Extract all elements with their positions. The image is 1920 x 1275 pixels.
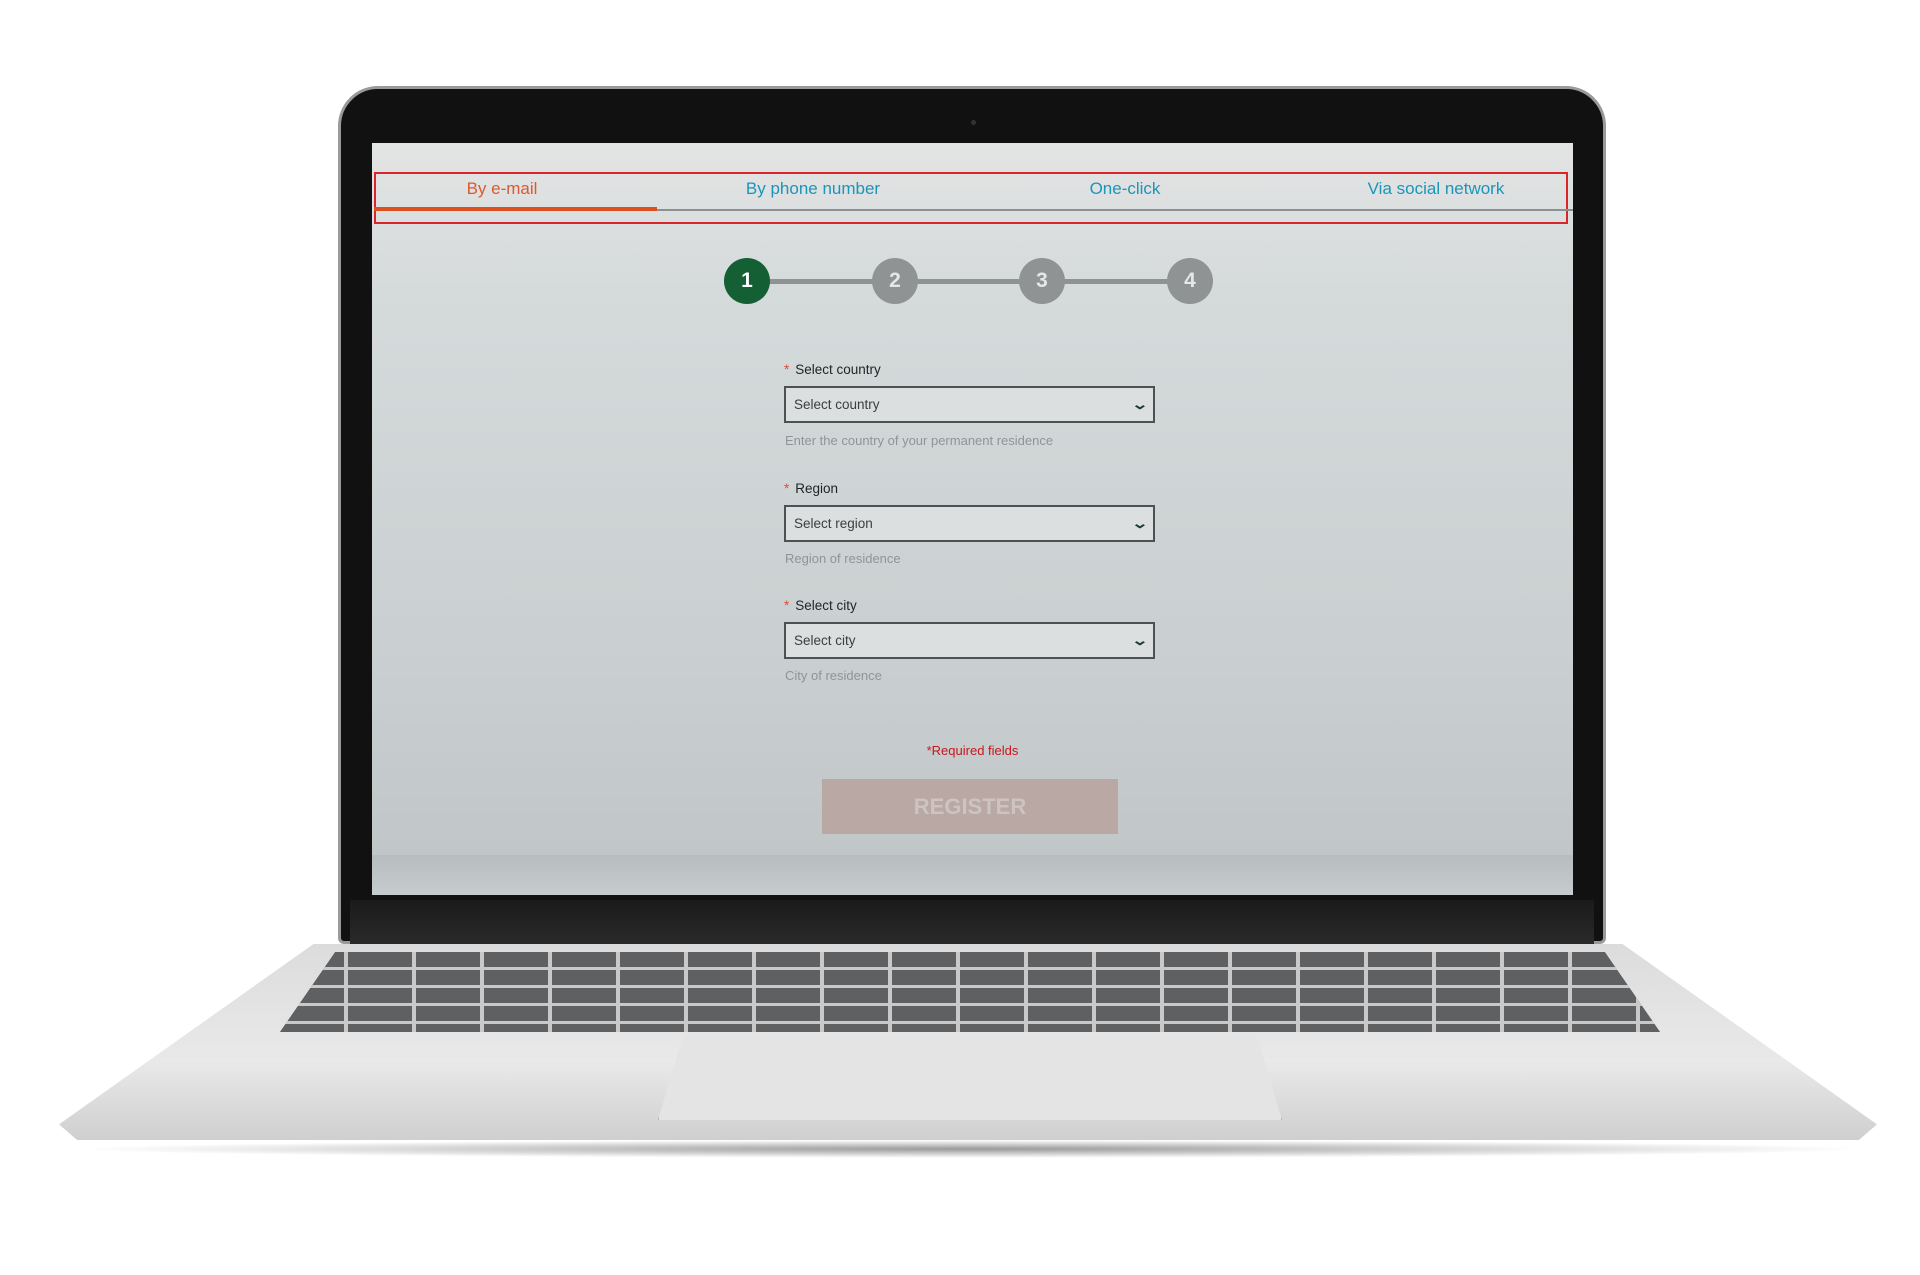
keyboard (280, 952, 1660, 1032)
city-hint: City of residence (785, 668, 882, 683)
region-hint: Region of residence (785, 551, 901, 566)
stepper-line (747, 279, 1191, 284)
trackpad (658, 1036, 1282, 1120)
city-select-value: Select city (794, 633, 856, 648)
register-button[interactable]: REGISTER (822, 779, 1118, 834)
city-label: * Select city (784, 598, 857, 613)
tab-by-phone[interactable]: By phone number (746, 179, 880, 199)
step-2: 2 (872, 258, 918, 304)
region-select[interactable]: Select region ⌄ (784, 505, 1155, 542)
tab-by-email[interactable]: By e-mail (467, 179, 538, 199)
required-star: * (784, 598, 790, 613)
step-1: 1 (724, 258, 770, 304)
active-tab-indicator (374, 207, 657, 211)
city-select[interactable]: Select city ⌄ (784, 622, 1155, 659)
country-select[interactable]: Select country ⌄ (784, 386, 1155, 423)
chevron-down-icon: ⌄ (1131, 396, 1149, 412)
laptop-screen: By e-mail By phone number One-click Via … (372, 143, 1573, 895)
step-4: 4 (1167, 258, 1213, 304)
country-label: * Select country (784, 362, 881, 377)
required-star: * (784, 362, 790, 377)
country-hint: Enter the country of your permanent resi… (785, 433, 1054, 448)
region-label: * Region (784, 481, 838, 496)
tab-one-click[interactable]: One-click (1090, 179, 1161, 199)
required-fields-note: *Required fields (926, 743, 1019, 758)
country-select-value: Select country (794, 397, 880, 412)
laptop-hinge (350, 900, 1594, 944)
tab-social-network[interactable]: Via social network (1368, 179, 1505, 199)
chevron-down-icon: ⌄ (1131, 632, 1149, 648)
city-label-text: Select city (795, 598, 857, 613)
camera-icon (971, 120, 976, 125)
country-label-text: Select country (795, 362, 881, 377)
laptop-shadow (70, 1140, 1870, 1158)
region-select-value: Select region (794, 516, 873, 531)
step-3: 3 (1019, 258, 1065, 304)
chevron-down-icon: ⌄ (1131, 515, 1149, 531)
region-label-text: Region (795, 481, 839, 496)
required-star: * (784, 481, 790, 496)
screen-bottom-band (372, 855, 1573, 895)
